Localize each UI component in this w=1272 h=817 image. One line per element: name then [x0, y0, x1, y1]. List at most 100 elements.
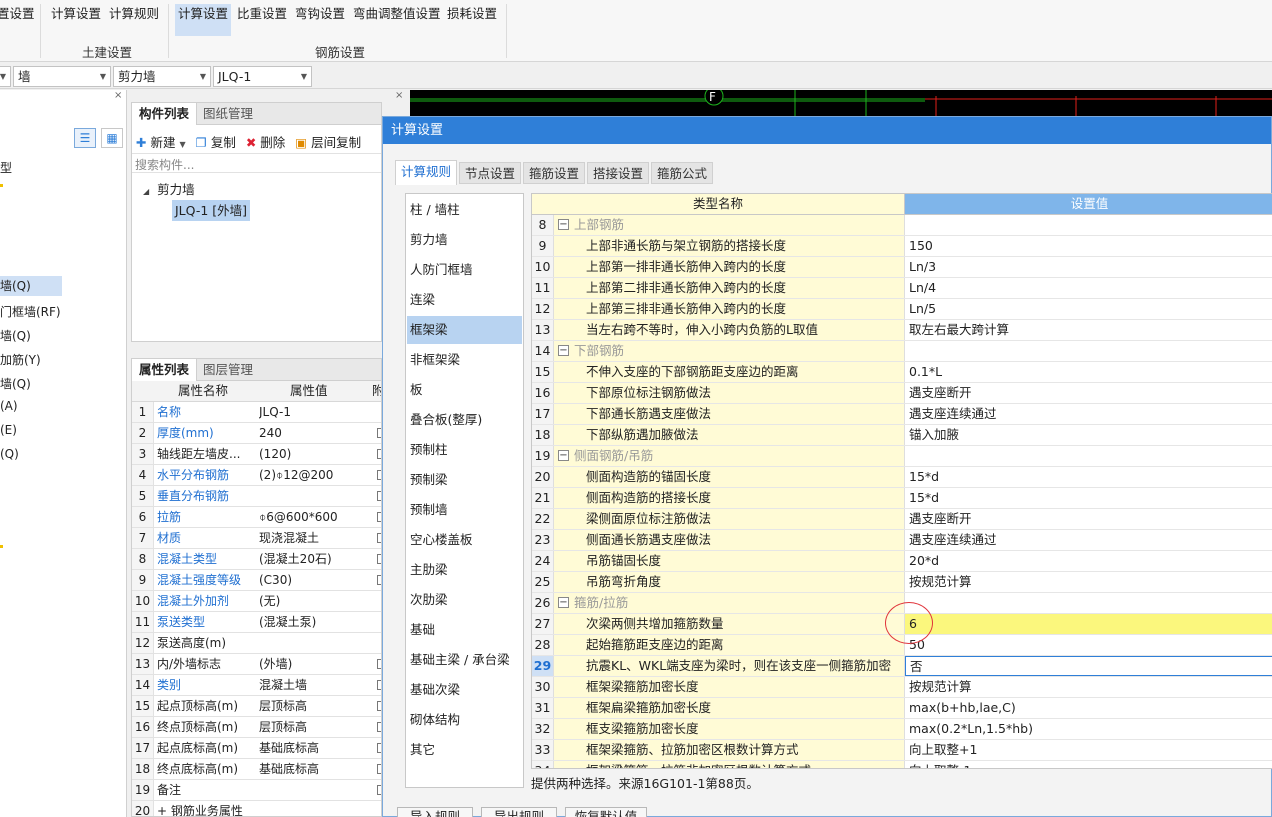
- nav-item[interactable]: (A): [0, 399, 18, 413]
- rule-row[interactable]: 23 侧面通长筋遇支座做法 遇支座连续通过: [532, 530, 1272, 551]
- tab-layer-management[interactable]: 图层管理: [196, 359, 260, 381]
- rule-value[interactable]: 按规范计算: [905, 572, 1272, 592]
- category-item[interactable]: 次肋梁: [407, 586, 522, 614]
- rule-row[interactable]: 31 框架扁梁箍筋加密长度 max(b+hb,lae,C): [532, 698, 1272, 719]
- rule-value[interactable]: 遇支座连续通过: [905, 530, 1272, 550]
- category-item[interactable]: 连梁: [407, 286, 522, 314]
- property-value[interactable]: (120): [259, 444, 375, 464]
- property-value[interactable]: (混凝土20石): [259, 549, 375, 569]
- rule-value[interactable]: 遇支座断开: [905, 509, 1272, 529]
- property-value[interactable]: 混凝土墙: [259, 675, 375, 695]
- rule-value[interactable]: Ln/5: [905, 299, 1272, 319]
- rule-row[interactable]: 18 下部纵筋遇加腋做法 锚入加腋: [532, 425, 1272, 446]
- rule-row[interactable]: 10 上部第一排非通长筋伸入跨内的长度 Ln/3: [532, 257, 1272, 278]
- category-item[interactable]: 其它: [407, 736, 522, 764]
- property-value[interactable]: ⌽6@600*600: [259, 507, 375, 527]
- tab-drawing-management[interactable]: 图纸管理: [196, 103, 260, 125]
- rule-value[interactable]: [905, 446, 1272, 466]
- nav-item[interactable]: 墙(Q): [0, 327, 31, 344]
- category-item[interactable]: 预制梁: [407, 466, 522, 494]
- nav-item[interactable]: (E): [0, 423, 17, 437]
- tab-component-list[interactable]: 构件列表: [132, 103, 198, 125]
- tab-property-list[interactable]: 属性列表: [132, 359, 198, 381]
- rule-value[interactable]: [905, 215, 1272, 235]
- property-row[interactable]: 20 + 钢筋业务属性: [132, 801, 381, 816]
- rule-value[interactable]: 6: [905, 614, 1272, 634]
- category-item[interactable]: 基础次梁: [407, 676, 522, 704]
- ribbon-button-rebar-calc-settings[interactable]: 计算设置: [175, 4, 232, 36]
- floor-select[interactable]: ▼: [0, 66, 11, 87]
- section-row[interactable]: 14− 下部钢筋: [532, 341, 1272, 362]
- rule-value[interactable]: 向上取整-1: [905, 761, 1272, 768]
- category-item[interactable]: 主肋梁: [407, 556, 522, 584]
- rule-row[interactable]: 32 框支梁箍筋加密长度 max(0.2*Ln,1.5*hb): [532, 719, 1272, 740]
- delete-button[interactable]: 删除: [260, 135, 285, 150]
- property-row[interactable]: 14 类别 混凝土墙: [132, 675, 381, 696]
- rule-row[interactable]: 15 不伸入支座的下部钢筋距支座边的距离 0.1*L: [532, 362, 1272, 383]
- rule-value[interactable]: [905, 341, 1272, 361]
- nav-item-shear-wall[interactable]: 墙(Q): [0, 276, 62, 296]
- rule-value[interactable]: 向上取整+1: [905, 740, 1272, 760]
- property-value[interactable]: (2)⌽12@200: [259, 465, 375, 485]
- search-box[interactable]: 搜索构件...: [132, 153, 381, 173]
- element-name-select[interactable]: JLQ-1 ▼: [213, 66, 312, 87]
- rule-value[interactable]: 按规范计算: [905, 677, 1272, 697]
- close-icon[interactable]: ×: [114, 90, 122, 101]
- nav-item[interactable]: 墙(Q): [0, 375, 31, 392]
- rule-value[interactable]: [905, 593, 1272, 613]
- export-rules-button[interactable]: 导出规则: [481, 807, 557, 817]
- property-row[interactable]: 4 水平分布钢筋 (2)⌽12@200: [132, 465, 381, 486]
- category-item[interactable]: 预制墙: [407, 496, 522, 524]
- rule-row[interactable]: 30 框架梁箍筋加密长度 按规范计算: [532, 677, 1272, 698]
- chevron-down-icon[interactable]: ▼: [179, 140, 185, 149]
- rule-row[interactable]: 33 框架梁箍筋、拉筋加密区根数计算方式 向上取整+1: [532, 740, 1272, 761]
- category-item[interactable]: 剪力墙: [407, 226, 522, 254]
- rule-row[interactable]: 16 下部原位标注钢筋做法 遇支座断开: [532, 383, 1272, 404]
- property-row[interactable]: 19 备注: [132, 780, 381, 801]
- rule-row[interactable]: 12 上部第三排非通长筋伸入跨内的长度 Ln/5: [532, 299, 1272, 320]
- property-row[interactable]: 9 混凝土强度等级 (C30): [132, 570, 381, 591]
- rule-row[interactable]: 34 框架梁箍筋、拉筋非加密区根数计算方式 向上取整-1: [532, 761, 1272, 768]
- nav-item[interactable]: 型: [0, 159, 12, 176]
- rule-value[interactable]: max(0.2*Ln,1.5*hb): [905, 719, 1272, 739]
- property-row[interactable]: 17 起点底标高(m) 基础底标高: [132, 738, 381, 759]
- property-value[interactable]: 240: [259, 423, 375, 443]
- ribbon-button-weight-settings[interactable]: 比重设置: [234, 4, 290, 36]
- import-rules-button[interactable]: 导入规则: [397, 807, 473, 817]
- element-type-select[interactable]: 墙 ▼: [13, 66, 111, 87]
- category-item[interactable]: 人防门框墙: [407, 256, 522, 284]
- ribbon-button-bend-adjust-settings[interactable]: 弯曲调整值设置: [350, 4, 444, 36]
- property-value[interactable]: 基础底标高: [259, 738, 375, 758]
- floor-copy-button[interactable]: 层间复制: [311, 135, 361, 150]
- category-item[interactable]: 基础主梁 / 承台梁: [407, 646, 522, 674]
- property-row[interactable]: 18 终点底标高(m) 基础底标高: [132, 759, 381, 780]
- rule-value[interactable]: Ln/4: [905, 278, 1272, 298]
- rule-row[interactable]: 29 抗震KL、WKL端支座为梁时，则在该支座一侧箍筋加密否: [532, 656, 1272, 677]
- category-item[interactable]: 砌体结构: [407, 706, 522, 734]
- property-row[interactable]: 12 泵送高度(m): [132, 633, 381, 654]
- property-row[interactable]: 6 拉筋 ⌽6@600*600: [132, 507, 381, 528]
- property-row[interactable]: 1 名称 JLQ-1: [132, 402, 381, 423]
- rule-value[interactable]: 15*d: [905, 488, 1272, 508]
- nav-item[interactable]: (Q): [0, 447, 19, 461]
- tab-stirrup-settings[interactable]: 箍筋设置: [523, 162, 586, 184]
- property-value[interactable]: (混凝土泵): [259, 612, 375, 632]
- rule-value[interactable]: 20*d: [905, 551, 1272, 571]
- rule-value[interactable]: 50: [905, 635, 1272, 655]
- tab-lap-settings[interactable]: 搭接设置: [587, 162, 650, 184]
- category-item[interactable]: 柱 / 墙柱: [407, 196, 522, 224]
- section-row[interactable]: 8− 上部钢筋: [532, 215, 1272, 236]
- tree-node-shear-wall[interactable]: ◢ 剪力墙: [143, 179, 195, 198]
- property-value[interactable]: 基础底标高: [259, 759, 375, 779]
- property-row[interactable]: 11 泵送类型 (混凝土泵): [132, 612, 381, 633]
- property-value[interactable]: (外墙): [259, 654, 375, 674]
- rule-row[interactable]: 17 下部通长筋遇支座做法 遇支座连续通过: [532, 404, 1272, 425]
- category-item[interactable]: 叠合板(整厚): [407, 406, 522, 434]
- collapse-icon[interactable]: −: [558, 597, 569, 608]
- tab-calc-rules[interactable]: 计算规则: [395, 160, 458, 185]
- collapse-icon[interactable]: −: [558, 219, 569, 230]
- rule-row[interactable]: 21 侧面构造筋的搭接长度 15*d: [532, 488, 1272, 509]
- rule-row[interactable]: 24 吊筋锚固长度 20*d: [532, 551, 1272, 572]
- list-view-icon[interactable]: ☰: [74, 128, 96, 148]
- new-button[interactable]: 新建: [150, 135, 175, 150]
